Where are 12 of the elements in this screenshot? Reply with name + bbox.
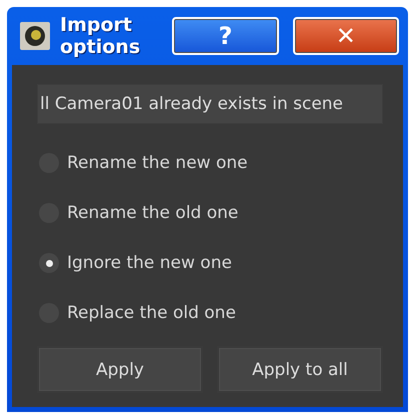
close-button[interactable]: ✕ (292, 17, 399, 55)
radio-button[interactable] (39, 253, 59, 273)
option-label[interactable]: Rename the new one (67, 153, 248, 173)
window-title: Import options (60, 14, 142, 58)
option-label[interactable]: Ignore the new one (67, 253, 232, 273)
option-label[interactable]: Replace the old one (67, 303, 236, 323)
camera-icon (20, 22, 50, 50)
apply-all-button[interactable]: Apply to all (217, 346, 383, 393)
message-field: ll Camera01 already exists in scene (37, 84, 383, 124)
option-label[interactable]: Rename the old one (67, 203, 238, 223)
help-button[interactable]: ? (172, 17, 279, 55)
apply-button[interactable]: Apply (37, 346, 203, 393)
